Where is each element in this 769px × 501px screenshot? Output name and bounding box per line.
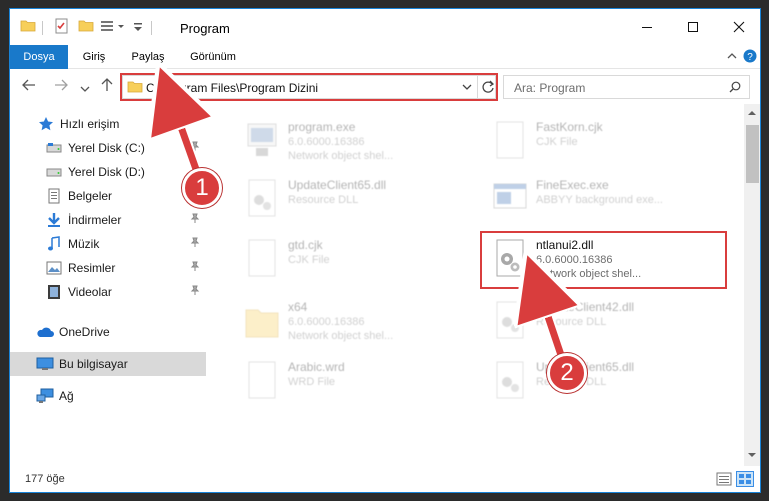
step-1-badge: 1	[182, 168, 222, 208]
annotation-arrows	[0, 0, 769, 360]
arrow-2	[537, 284, 562, 360]
arrow-1	[170, 96, 197, 174]
step-2-badge: 2	[547, 353, 587, 393]
